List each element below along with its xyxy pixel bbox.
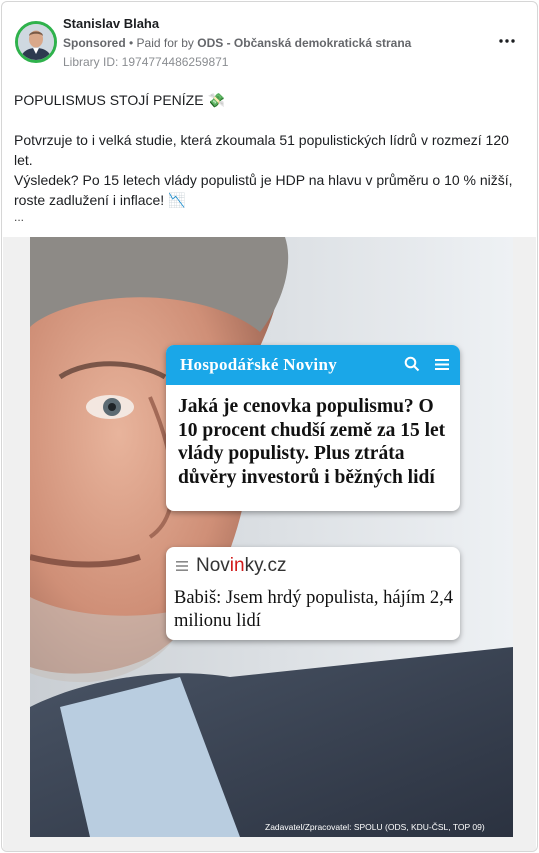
novinky-logo: Novinky.cz [196, 555, 287, 576]
nv-header: Novinky.cz [176, 555, 286, 577]
money-emoji: 💸 [207, 92, 225, 108]
hn-header-bar: Hospodářské Noviny [166, 345, 460, 385]
hn-brand: Hospodářské Noviny [180, 355, 338, 374]
sponsored-line: Sponsored • Paid for by ODS - Občanská d… [63, 36, 411, 50]
ad-creative-image[interactable]: Hospodářské Noviny Jaká je cenovka popul… [3, 237, 536, 851]
hamburger-menu-icon [176, 561, 188, 571]
search-icon [404, 356, 420, 372]
chart-decreasing-emoji: 📉 [168, 192, 186, 208]
hn-headline: Jaká je cenovka populismu? O 10 procent … [178, 396, 446, 488]
post-text: POPULISMUS STOJÍ PENÍZE 💸 Potvrzuje to i… [14, 90, 529, 224]
page-avatar[interactable] [15, 21, 57, 63]
novinky-card: Novinky.cz Babiš: Jsem hrdý populista, h… [166, 547, 460, 640]
ad-credit-text: Zadavatel/Zpracovatel: SPOLU (ODS, KDU-Č… [265, 822, 485, 832]
post-header: Stanislav Blaha Sponsored • Paid for by … [2, 2, 537, 82]
library-id: Library ID: 1974774486259871 [63, 55, 229, 69]
page-name[interactable]: Stanislav Blaha [63, 16, 159, 31]
paid-for-prefix: Paid for by [136, 36, 198, 50]
post-paragraph-2-line: Výsledek? Po 15 letech vlády populistů j… [14, 170, 529, 210]
post-headline: POPULISMUS STOJÍ PENÍZE [14, 92, 204, 108]
avatar-portrait-icon [18, 24, 54, 60]
portrait-photo [30, 237, 513, 837]
more-options-button[interactable] [496, 32, 518, 50]
post-headline-line: POPULISMUS STOJÍ PENÍZE 💸 [14, 90, 529, 110]
ad-post-card: Stanislav Blaha Sponsored • Paid for by … [1, 1, 538, 852]
paid-for-name[interactable]: ODS - Občanská demokratická strana [197, 36, 411, 50]
menu-icon [435, 359, 449, 370]
hospodarske-noviny-card: Hospodářské Noviny Jaká je cenovka popul… [166, 345, 460, 511]
more-horizontal-icon [499, 39, 515, 43]
nv-headline: Babiš: Jsem hrdý populista, hájím 2,4 mi… [174, 588, 454, 631]
post-paragraph-1: Potvrzuje to i velká studie, která zkoum… [14, 132, 509, 168]
hn-header-icons [404, 356, 450, 372]
meta-separator: • [125, 36, 137, 50]
post-paragraph-2: Výsledek? Po 15 letech vlády populistů j… [14, 172, 513, 208]
sponsored-label: Sponsored [63, 36, 126, 50]
see-more-ellipsis[interactable]: ... [14, 210, 529, 224]
portrait-illustration [30, 237, 513, 837]
